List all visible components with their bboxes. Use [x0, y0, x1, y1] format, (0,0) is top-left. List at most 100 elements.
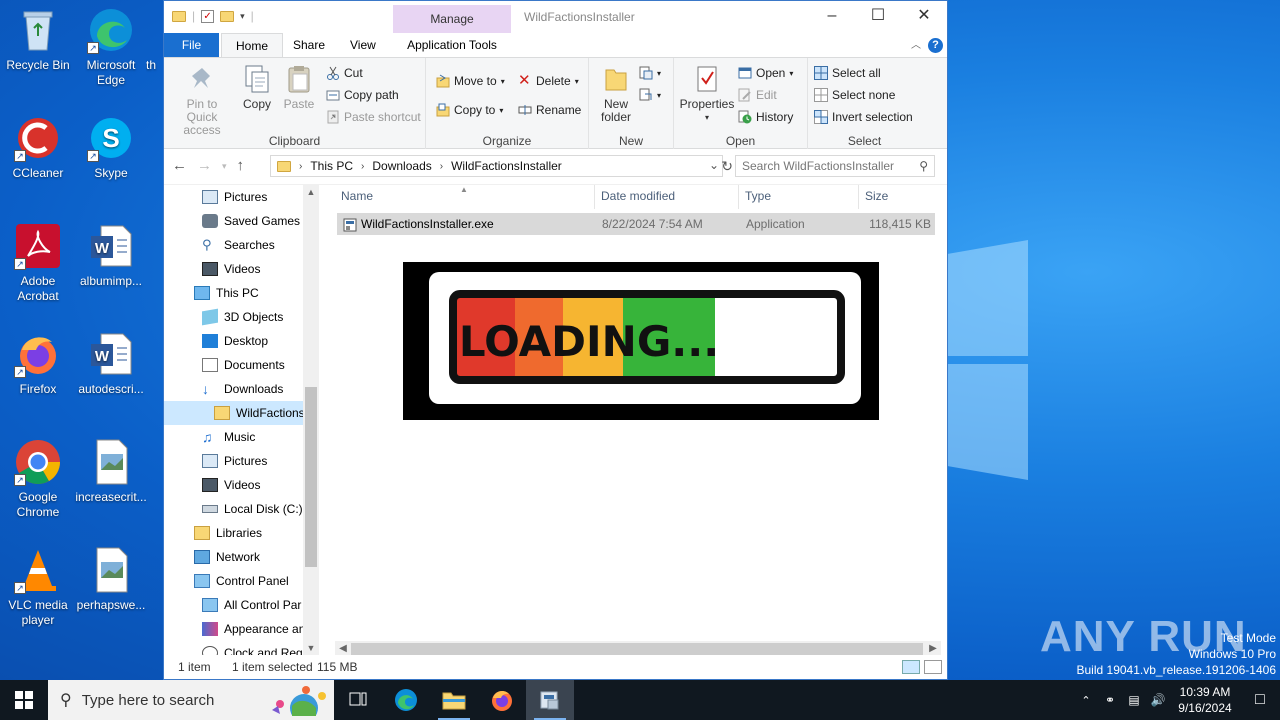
desktop-icon-image-1[interactable]: increasecrit...: [73, 438, 149, 505]
desktop-icon-image-2[interactable]: perhapswe...: [73, 546, 149, 613]
taskbar-search-box[interactable]: ⚲ Type here to search: [48, 680, 334, 720]
nav-item-clock[interactable]: Clock and Regi: [202, 641, 305, 655]
nav-item-pictures[interactable]: Pictures: [202, 185, 267, 209]
taskbar-edge-button[interactable]: [382, 680, 430, 720]
taskbar-installer-button[interactable]: [526, 680, 574, 720]
desktop-icon-google-chrome[interactable]: ↗ Google Chrome: [0, 438, 76, 520]
tab-home[interactable]: Home: [221, 33, 284, 57]
nav-item-pictures-2[interactable]: Pictures: [202, 449, 267, 473]
paste-shortcut-button[interactable]: Paste shortcut: [326, 108, 421, 126]
nav-item-downloads[interactable]: ↓ Downloads: [202, 377, 283, 401]
title-bar[interactable]: | ✓ ▾ | Manage WildFactionsInstaller – ☐…: [164, 1, 947, 33]
invert-selection-button[interactable]: Invert selection: [814, 108, 913, 126]
easy-access-button[interactable]: ▾: [639, 86, 661, 104]
open-button[interactable]: Open ▾: [738, 64, 793, 82]
manage-contextual-tab[interactable]: Manage: [393, 5, 511, 33]
nav-item-desktop[interactable]: Desktop: [202, 329, 268, 353]
nav-item-all-control-panel[interactable]: All Control Par: [202, 593, 301, 617]
copy-to-button[interactable]: Copy to ▾: [436, 101, 503, 119]
nav-item-music[interactable]: ♫ Music: [202, 425, 255, 449]
close-button[interactable]: ✕: [901, 1, 947, 33]
new-item-button[interactable]: ▾: [639, 64, 661, 82]
rename-button[interactable]: Rename: [518, 101, 581, 119]
taskbar-firefox-button[interactable]: [478, 680, 526, 720]
desktop-icon-skype[interactable]: S ↗ Skype: [73, 114, 149, 181]
breadcrumb-current-folder[interactable]: WildFactionsInstaller: [451, 159, 562, 173]
nav-item-control-panel[interactable]: Control Panel: [194, 569, 289, 593]
address-bar[interactable]: › This PC › Downloads › WildFactionsInst…: [270, 155, 723, 177]
scrollbar-thumb[interactable]: [351, 643, 923, 655]
history-button[interactable]: History: [738, 108, 793, 126]
nav-item-videos-2[interactable]: Videos: [202, 473, 260, 497]
volume-icon[interactable]: 🔊: [1146, 693, 1170, 707]
new-folder-icon[interactable]: [220, 10, 235, 22]
desktop-icon-word-doc-1[interactable]: W albumimp...: [73, 222, 149, 289]
notification-icon[interactable]: □: [1240, 691, 1280, 709]
properties-icon[interactable]: ✓: [201, 9, 215, 23]
breadcrumb-downloads[interactable]: Downloads: [372, 159, 431, 173]
chevron-up-icon[interactable]: ⌃: [1074, 694, 1098, 707]
start-button[interactable]: [0, 680, 48, 720]
scroll-up-icon[interactable]: ▲: [303, 187, 319, 197]
refresh-icon[interactable]: ↻: [705, 155, 735, 177]
edit-button[interactable]: Edit: [738, 86, 777, 104]
task-view-button[interactable]: [334, 680, 382, 720]
copy-button[interactable]: Copy: [238, 64, 276, 111]
nav-item-saved-games[interactable]: Saved Games: [202, 209, 300, 233]
taskbar-file-explorer-button[interactable]: [430, 680, 478, 720]
column-header-type[interactable]: Type: [739, 185, 859, 209]
desktop-icon-recycle-bin[interactable]: Recycle Bin: [0, 6, 76, 73]
navigation-scrollbar[interactable]: ▲ ▼: [303, 185, 319, 655]
nav-item-wildfactions-installer[interactable]: WildFactionsI: [164, 401, 308, 425]
recent-locations-icon[interactable]: ▾: [222, 157, 227, 175]
move-to-button[interactable]: Move to ▾: [436, 72, 505, 90]
pin-to-quick-access-button[interactable]: Pin to Quick access: [170, 64, 234, 137]
nav-item-network[interactable]: Network: [194, 545, 260, 569]
paste-button[interactable]: Paste: [280, 64, 318, 111]
clock[interactable]: 10:39 AM 9/16/2024: [1170, 684, 1240, 716]
column-header-date-modified[interactable]: Date modified: [595, 185, 739, 209]
nav-item-documents[interactable]: Documents: [202, 353, 285, 377]
tab-file[interactable]: File: [164, 33, 219, 57]
details-view-icon[interactable]: [902, 660, 920, 674]
desktop-icon-adobe-acrobat[interactable]: ↗ Adobe Acrobat: [0, 222, 76, 304]
nav-item-videos[interactable]: Videos: [202, 257, 260, 281]
up-arrow-icon[interactable]: ↑: [237, 157, 245, 175]
desktop-icon-firefox[interactable]: ↗ Firefox: [0, 330, 76, 397]
desktop-icon-microsoft-edge[interactable]: ↗ Microsoft Edge: [73, 6, 149, 88]
new-folder-button[interactable]: New folder: [593, 64, 639, 124]
nav-item-libraries[interactable]: Libraries: [194, 521, 262, 545]
search-input[interactable]: Search WildFactionsInstaller ⚲: [735, 155, 935, 177]
column-header-size[interactable]: Size: [859, 185, 935, 209]
desktop-icon-ccleaner[interactable]: ↗ CCleaner: [0, 114, 76, 181]
table-row[interactable]: WildFactionsInstaller.exe 8/22/2024 7:54…: [337, 213, 935, 235]
back-arrow-icon[interactable]: ←: [172, 157, 187, 175]
nav-item-local-disk[interactable]: Local Disk (C:): [202, 497, 303, 521]
tab-application-tools[interactable]: Application Tools: [393, 33, 511, 57]
collapse-ribbon-icon[interactable]: ︿: [911, 36, 921, 51]
delete-button[interactable]: ✕ Delete ▾: [518, 72, 579, 90]
tab-share[interactable]: Share: [279, 33, 339, 57]
select-all-button[interactable]: Select all: [814, 64, 881, 82]
help-icon[interactable]: ?: [928, 38, 943, 53]
customize-toolbar-icon[interactable]: ▾: [240, 11, 245, 22]
nav-item-searches[interactable]: ⚲ Searches: [202, 233, 275, 257]
select-none-button[interactable]: Select none: [814, 86, 895, 104]
maximize-button[interactable]: ☐: [855, 1, 901, 33]
tab-view[interactable]: View: [336, 33, 390, 57]
large-icons-view-icon[interactable]: [924, 660, 942, 674]
desktop-icon-word-doc-2[interactable]: W autodescri...: [73, 330, 149, 397]
column-header-name[interactable]: ▲ Name: [335, 185, 595, 209]
properties-button[interactable]: Properties ▾: [678, 64, 736, 124]
cut-button[interactable]: Cut: [326, 64, 363, 82]
nav-item-3d-objects[interactable]: 3D Objects: [202, 305, 283, 329]
nav-item-this-pc[interactable]: This PC: [194, 281, 259, 305]
desktop-icon-vlc[interactable]: ↗ VLC media player: [0, 546, 76, 628]
network-status-icon[interactable]: ⚭: [1098, 693, 1122, 707]
copy-path-button[interactable]: Copy path: [326, 86, 399, 104]
nav-item-appearance[interactable]: Appearance an: [202, 617, 305, 641]
scroll-down-icon[interactable]: ▼: [303, 643, 319, 653]
scrollbar-thumb[interactable]: [305, 387, 317, 567]
breadcrumb-this-pc[interactable]: This PC: [310, 159, 353, 173]
minimize-button[interactable]: –: [809, 1, 855, 33]
